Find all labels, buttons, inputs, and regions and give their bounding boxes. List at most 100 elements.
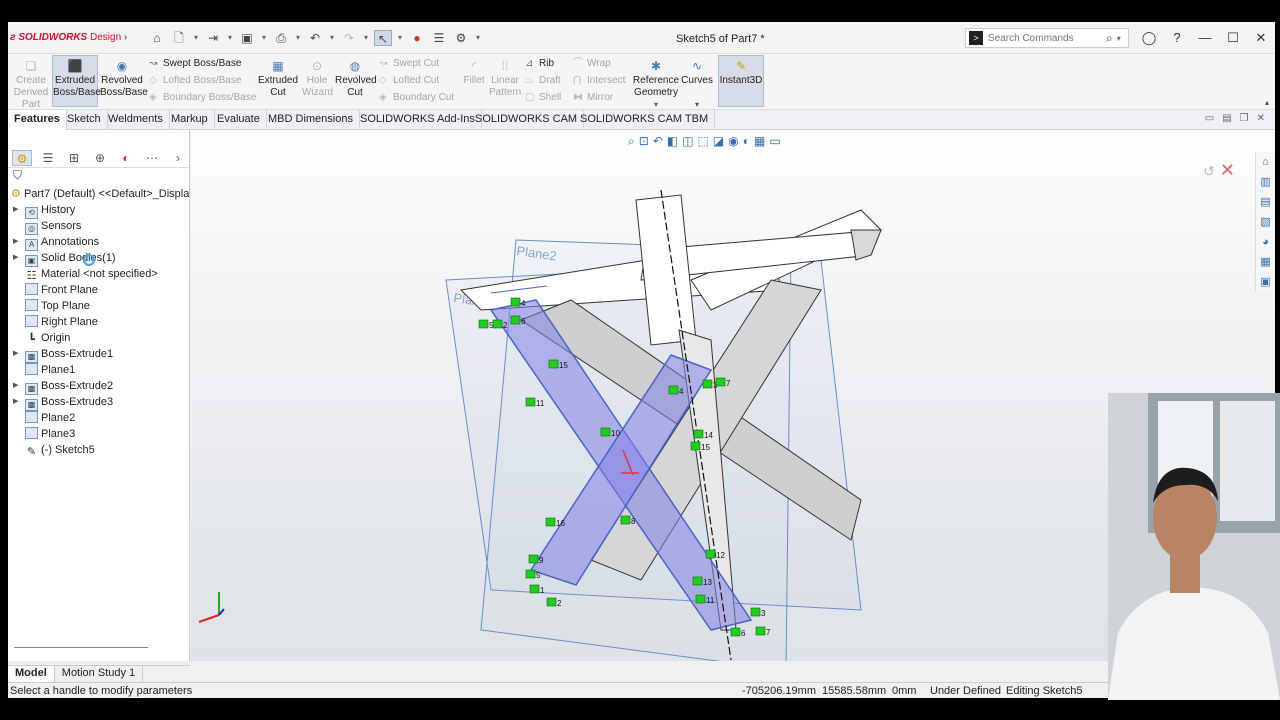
expand-arrow-icon[interactable]: ▶ bbox=[13, 346, 18, 362]
user-account-icon[interactable]: ◯ bbox=[1140, 30, 1158, 46]
solidworks-logo[interactable]: ƨ SOLIDWORKS Design › bbox=[10, 32, 127, 43]
tree-item-solid-bodies[interactable]: ▶ ▣ Solid Bodies(1) bbox=[8, 250, 189, 267]
relation-marker-icon[interactable] bbox=[690, 441, 701, 451]
configuration-manager-tab-icon[interactable]: ⊞ bbox=[64, 150, 84, 166]
relation-marker-icon[interactable] bbox=[692, 576, 703, 586]
relation-marker-icon[interactable] bbox=[702, 379, 713, 389]
create-derived-part-button[interactable]: ❏ Create Derived Part bbox=[12, 60, 50, 111]
shell-button[interactable]: ▢ Shell bbox=[525, 90, 561, 105]
open-icon[interactable]: ⇥ bbox=[204, 30, 222, 46]
save-icon[interactable]: ▣ bbox=[238, 30, 256, 46]
relation-marker-icon[interactable] bbox=[525, 397, 536, 407]
redo-icon[interactable]: ↷ bbox=[340, 30, 358, 46]
relation-marker-icon[interactable] bbox=[478, 319, 489, 329]
wrap-button[interactable]: ⌒ Wrap bbox=[573, 56, 611, 71]
tree-item-right-plane[interactable]: Right Plane bbox=[8, 314, 189, 330]
tab-motion-study-1[interactable]: Motion Study 1 bbox=[55, 666, 144, 682]
tree-item-boss-extrude3[interactable]: ▶ ▩ Boss-Extrude3 bbox=[8, 394, 189, 411]
filter-icon[interactable]: ⛉ bbox=[8, 168, 189, 186]
minimize-button[interactable]: — bbox=[1196, 30, 1214, 46]
revolved-cut-button[interactable]: ◍ Revolved Cut bbox=[335, 60, 377, 99]
close-button[interactable]: ✕ bbox=[1252, 30, 1270, 46]
maximize-button[interactable]: ☐ bbox=[1224, 30, 1242, 46]
relation-marker-icon[interactable] bbox=[525, 569, 536, 579]
close-doc-icon[interactable]: ✕ bbox=[1257, 113, 1265, 124]
swept-boss-base-button[interactable]: ↝ Swept Boss/Base bbox=[149, 56, 241, 71]
boundary-cut-button[interactable]: ◈ Boundary Cut bbox=[379, 90, 454, 105]
relation-marker-icon[interactable] bbox=[492, 319, 503, 329]
search-icon[interactable]: ⌕ bbox=[1106, 31, 1113, 46]
relation-marker-icon[interactable] bbox=[600, 427, 611, 437]
property-manager-tab-icon[interactable]: ☰ bbox=[38, 150, 58, 166]
relation-marker-icon[interactable] bbox=[546, 597, 557, 607]
hole-wizard-button[interactable]: ⊙ Hole Wizard bbox=[302, 60, 333, 99]
tree-item-material[interactable]: ☷ Material <not specified> bbox=[8, 266, 189, 282]
restore-icon[interactable]: ❐ bbox=[1240, 113, 1249, 124]
revolved-boss-base-button[interactable]: ◉ Revolved Boss/Base bbox=[100, 60, 148, 99]
relation-marker-icon[interactable] bbox=[750, 607, 761, 617]
print-icon[interactable]: ⎙ bbox=[272, 30, 290, 46]
tree-item-top-plane[interactable]: Top Plane bbox=[8, 298, 189, 314]
dropdown-icon[interactable]: ▾ bbox=[226, 30, 234, 46]
relation-marker-icon[interactable] bbox=[668, 385, 679, 395]
dropdown-icon[interactable]: ▾ bbox=[396, 30, 404, 46]
relation-marker-icon[interactable] bbox=[695, 594, 706, 604]
dropdown-icon[interactable]: ▾ bbox=[192, 30, 200, 46]
dropdown-icon[interactable]: ▾ bbox=[328, 30, 336, 46]
relation-marker-icon[interactable] bbox=[730, 627, 741, 637]
expand-arrow-icon[interactable]: ▶ bbox=[13, 394, 18, 410]
relation-marker-icon[interactable] bbox=[620, 515, 631, 525]
tile-icon[interactable]: ▭ bbox=[1205, 113, 1214, 124]
expand-arrow-icon[interactable]: ▶ bbox=[13, 202, 18, 218]
relation-marker-icon[interactable] bbox=[528, 554, 539, 564]
display-manager-tab-icon[interactable]: ◐ bbox=[116, 150, 136, 166]
tree-item-sensors[interactable]: ◎ Sensors bbox=[8, 218, 189, 235]
select-cursor-icon[interactable]: ↖ bbox=[374, 30, 392, 46]
dimxpert-tab-icon[interactable]: ⊕ bbox=[90, 150, 110, 166]
rebuild-icon[interactable]: ● bbox=[408, 30, 426, 46]
search-dropdown-icon[interactable]: ▾ bbox=[1117, 34, 1121, 43]
tree-root-part[interactable]: ⚙ Part7 (Default) <<Default>_Display S bbox=[8, 186, 189, 202]
expand-arrow-icon[interactable]: ▶ bbox=[13, 234, 18, 250]
dropdown-icon[interactable]: ▾ bbox=[474, 30, 482, 46]
tab-model[interactable]: Model bbox=[8, 666, 55, 682]
tree-item-boss-extrude1[interactable]: ▶ ▩ Boss-Extrude1 bbox=[8, 346, 189, 363]
tab-evaluate[interactable]: Evaluate bbox=[211, 110, 267, 130]
dropdown-icon[interactable]: ▾ bbox=[294, 30, 302, 46]
split-icon[interactable]: ▤ bbox=[1222, 113, 1231, 124]
instant3d-button[interactable]: ✎ Instant3D bbox=[718, 55, 764, 107]
undo-icon[interactable]: ↶ bbox=[306, 30, 324, 46]
tab-solidworks-cam[interactable]: SOLIDWORKS CAM bbox=[469, 110, 585, 130]
tab-weldments[interactable]: Weldments bbox=[102, 110, 170, 130]
intersect-button[interactable]: ⋂ Intersect bbox=[573, 73, 625, 88]
linear-pattern-button[interactable]: ⁞⁞ Linear Pattern bbox=[489, 60, 521, 99]
expand-arrow-icon[interactable]: ▶ bbox=[13, 250, 18, 266]
tab-solidworks-add-ins[interactable]: SOLIDWORKS Add-Ins bbox=[354, 110, 482, 130]
search-commands-input[interactable] bbox=[988, 32, 1106, 44]
relation-marker-icon[interactable] bbox=[545, 517, 556, 527]
tree-item-front-plane[interactable]: Front Plane bbox=[8, 282, 189, 298]
tree-item-plane3[interactable]: Plane3 bbox=[8, 426, 189, 442]
relation-marker-icon[interactable] bbox=[715, 377, 726, 387]
tree-item-plane2[interactable]: Plane2 bbox=[8, 410, 189, 426]
relation-marker-icon[interactable] bbox=[548, 359, 559, 369]
tree-item-plane1[interactable]: Plane1 bbox=[8, 362, 189, 378]
lofted-boss-base-button[interactable]: ◇ Lofted Boss/Base bbox=[149, 73, 241, 88]
tree-item-annotations[interactable]: ▶ A Annotations bbox=[8, 234, 189, 251]
dropdown-icon[interactable]: ▾ bbox=[260, 30, 268, 46]
tab-markup[interactable]: Markup bbox=[165, 110, 215, 130]
tab-solidworks-cam-tbm[interactable]: SOLIDWORKS CAM TBM bbox=[574, 110, 716, 130]
expand-arrow-icon[interactable]: ▶ bbox=[13, 378, 18, 394]
draft-button[interactable]: ⏢ Draft bbox=[525, 73, 561, 88]
relation-marker-icon[interactable] bbox=[510, 297, 521, 307]
tree-item-history[interactable]: ▶ ⟲ History bbox=[8, 202, 189, 219]
collapse-ribbon-icon[interactable]: ▴ bbox=[1265, 98, 1269, 107]
rib-button[interactable]: ⊿ Rib bbox=[525, 56, 554, 71]
options-gear-icon[interactable]: ⚙ bbox=[452, 30, 470, 46]
panel-expand-icon[interactable]: › bbox=[168, 150, 188, 166]
tab-sketch[interactable]: Sketch bbox=[61, 110, 108, 130]
relation-marker-icon[interactable] bbox=[529, 584, 540, 594]
fillet-button[interactable]: ◜ Fillet bbox=[460, 60, 488, 87]
extruded-cut-button[interactable]: ▦ Extruded Cut bbox=[256, 60, 300, 99]
tab-mbd-dimensions[interactable]: MBD Dimensions bbox=[262, 110, 360, 130]
